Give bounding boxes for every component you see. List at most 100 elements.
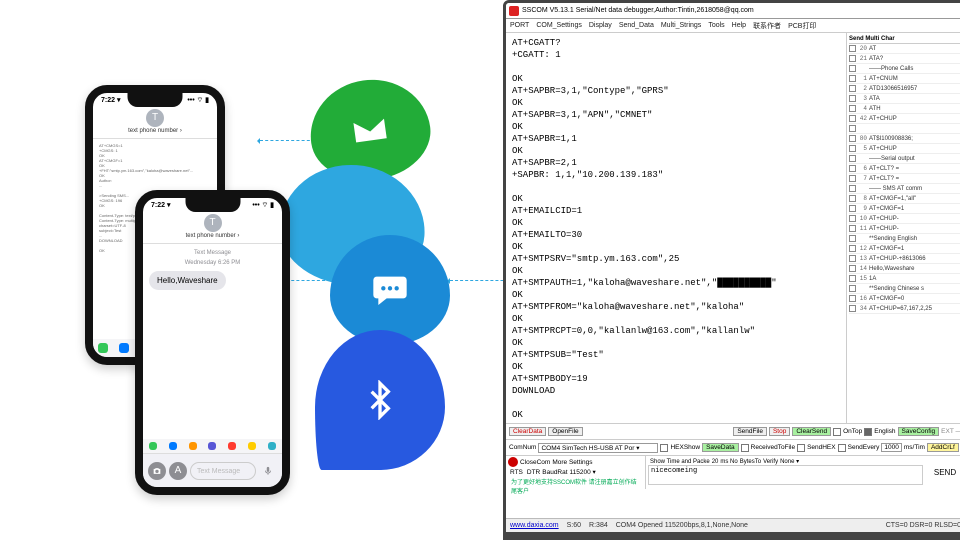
- menu-multistrings[interactable]: Multi_Strings: [661, 22, 701, 29]
- app-icon[interactable]: [248, 442, 256, 450]
- app-icon[interactable]: [149, 442, 157, 450]
- app-icon[interactable]: [169, 442, 177, 450]
- side-row[interactable]: 14Hello,Waveshare: [849, 264, 960, 274]
- port-combo[interactable]: COM4 SimTech HS-USB AT Por ▾: [538, 443, 658, 453]
- compose-input[interactable]: Text Message: [190, 462, 256, 480]
- row-checkbox[interactable]: [849, 255, 856, 262]
- menu-comsettings[interactable]: COM_Settings: [536, 22, 582, 29]
- side-row[interactable]: 5AT+CHUP: [849, 144, 960, 154]
- ontop-checkbox[interactable]: [833, 428, 841, 436]
- row-checkbox[interactable]: [849, 295, 856, 302]
- side-row[interactable]: 12AT+CMGF=1: [849, 244, 960, 254]
- side-row[interactable]: 21ATA?: [849, 54, 960, 64]
- row-checkbox[interactable]: [849, 85, 856, 92]
- side-row[interactable]: 34AT+CHUP=67,167,2,25: [849, 304, 960, 314]
- sendevery-checkbox[interactable]: [838, 444, 846, 452]
- side-row[interactable]: 13AT+CHUP-+8613066: [849, 254, 960, 264]
- row-checkbox[interactable]: [849, 305, 856, 312]
- row-checkbox[interactable]: [849, 135, 856, 142]
- menu-senddata[interactable]: Send_Data: [619, 22, 654, 29]
- row-checkbox[interactable]: [849, 105, 856, 112]
- app-icon[interactable]: [208, 442, 216, 450]
- addcrlf-button[interactable]: AddCrLf: [927, 443, 959, 452]
- menu-pcb[interactable]: PCB打印: [788, 21, 816, 31]
- send-button[interactable]: SEND: [928, 464, 960, 481]
- row-checkbox[interactable]: [849, 65, 856, 72]
- row-checkbox[interactable]: [849, 265, 856, 272]
- stop-button[interactable]: Stop: [769, 427, 790, 436]
- baud-combo[interactable]: 115200 ▾: [570, 468, 596, 476]
- moresetting-button[interactable]: More Settings: [552, 459, 592, 466]
- side-row[interactable]: 2ATD13066516957: [849, 84, 960, 94]
- clearsend-button[interactable]: ClearSend: [792, 427, 831, 436]
- savedata-button[interactable]: SaveData: [702, 443, 739, 452]
- row-checkbox[interactable]: [849, 75, 856, 82]
- app-icon[interactable]: [189, 442, 197, 450]
- sendevery-input[interactable]: 1000: [881, 443, 901, 452]
- side-row[interactable]: ——Phone Calls: [849, 64, 960, 74]
- row-checkbox[interactable]: [849, 235, 856, 242]
- row-checkbox[interactable]: [849, 185, 856, 192]
- side-row[interactable]: 42AT+CHUP: [849, 114, 960, 124]
- side-row[interactable]: 6AT+CLT? =: [849, 164, 960, 174]
- sendfile-button[interactable]: SendFile: [733, 427, 767, 436]
- verify-combo[interactable]: None ▾: [780, 458, 799, 465]
- menu-tools[interactable]: Tools: [708, 22, 724, 29]
- menu-port[interactable]: PORT: [510, 22, 529, 29]
- row-checkbox[interactable]: [849, 175, 856, 182]
- openfile-button[interactable]: OpenFile: [548, 427, 582, 436]
- mic-icon[interactable]: [259, 462, 277, 480]
- bytesto-input[interactable]: BytesTo: [740, 459, 761, 465]
- app-icon[interactable]: [268, 442, 276, 450]
- row-checkbox[interactable]: [849, 165, 856, 172]
- rcvfile-checkbox[interactable]: [741, 444, 749, 452]
- appstore-icon[interactable]: A: [169, 462, 187, 480]
- side-row[interactable]: **Sending English: [849, 234, 960, 244]
- row-checkbox[interactable]: [849, 225, 856, 232]
- row-checkbox[interactable]: [849, 215, 856, 222]
- side-row[interactable]: 1AT+CNUM: [849, 74, 960, 84]
- row-checkbox[interactable]: [849, 125, 856, 132]
- app-icon[interactable]: [98, 343, 108, 353]
- cleardata-button[interactable]: ClearData: [509, 427, 546, 436]
- row-checkbox[interactable]: [849, 285, 856, 292]
- app-icon[interactable]: [119, 343, 129, 353]
- camera-icon[interactable]: [148, 462, 166, 480]
- row-checkbox[interactable]: [849, 245, 856, 252]
- row-checkbox[interactable]: [849, 115, 856, 122]
- command-input[interactable]: nicecomeing: [648, 465, 923, 485]
- app-icon[interactable]: [228, 442, 236, 450]
- status-link[interactable]: www.daxia.com: [510, 522, 559, 529]
- side-row[interactable]: 20AT: [849, 44, 960, 54]
- side-row[interactable]: —— SMS AT comm: [849, 184, 960, 194]
- sendhex-checkbox[interactable]: [797, 444, 805, 452]
- row-checkbox[interactable]: [849, 145, 856, 152]
- english-checkbox[interactable]: [864, 428, 872, 436]
- side-row[interactable]: 8AT+CMGF=1,"all": [849, 194, 960, 204]
- row-checkbox[interactable]: [849, 55, 856, 62]
- side-row[interactable]: 4ATH: [849, 104, 960, 114]
- side-row[interactable]: 80AT$I100908836;: [849, 134, 960, 144]
- row-checkbox[interactable]: [849, 95, 856, 102]
- hexshow-checkbox[interactable]: [660, 444, 668, 452]
- menu-display[interactable]: Display: [589, 22, 612, 29]
- row-checkbox[interactable]: [849, 45, 856, 52]
- side-row[interactable]: 9AT+CMGF=1: [849, 204, 960, 214]
- side-row[interactable]: 16AT+CMGF=0: [849, 294, 960, 304]
- closecom-button[interactable]: CloseCom: [520, 459, 550, 466]
- side-row[interactable]: 7AT+CLT? =: [849, 174, 960, 184]
- side-row[interactable]: 151A: [849, 274, 960, 284]
- row-checkbox[interactable]: [849, 275, 856, 282]
- row-checkbox[interactable]: [849, 155, 856, 162]
- side-row[interactable]: [849, 124, 960, 134]
- side-row[interactable]: 10AT+CHUP-: [849, 214, 960, 224]
- side-row[interactable]: ——Serial output: [849, 154, 960, 164]
- menu-help[interactable]: Help: [732, 22, 746, 29]
- side-row[interactable]: **Sending Chinese s: [849, 284, 960, 294]
- side-row[interactable]: 11AT+CHUP-: [849, 224, 960, 234]
- menu-author[interactable]: 联系作者: [753, 21, 781, 31]
- savecfg-button[interactable]: SaveConfig: [898, 427, 940, 436]
- side-row[interactable]: 3ATA: [849, 94, 960, 104]
- timeout-input[interactable]: 20: [712, 459, 719, 465]
- row-checkbox[interactable]: [849, 195, 856, 202]
